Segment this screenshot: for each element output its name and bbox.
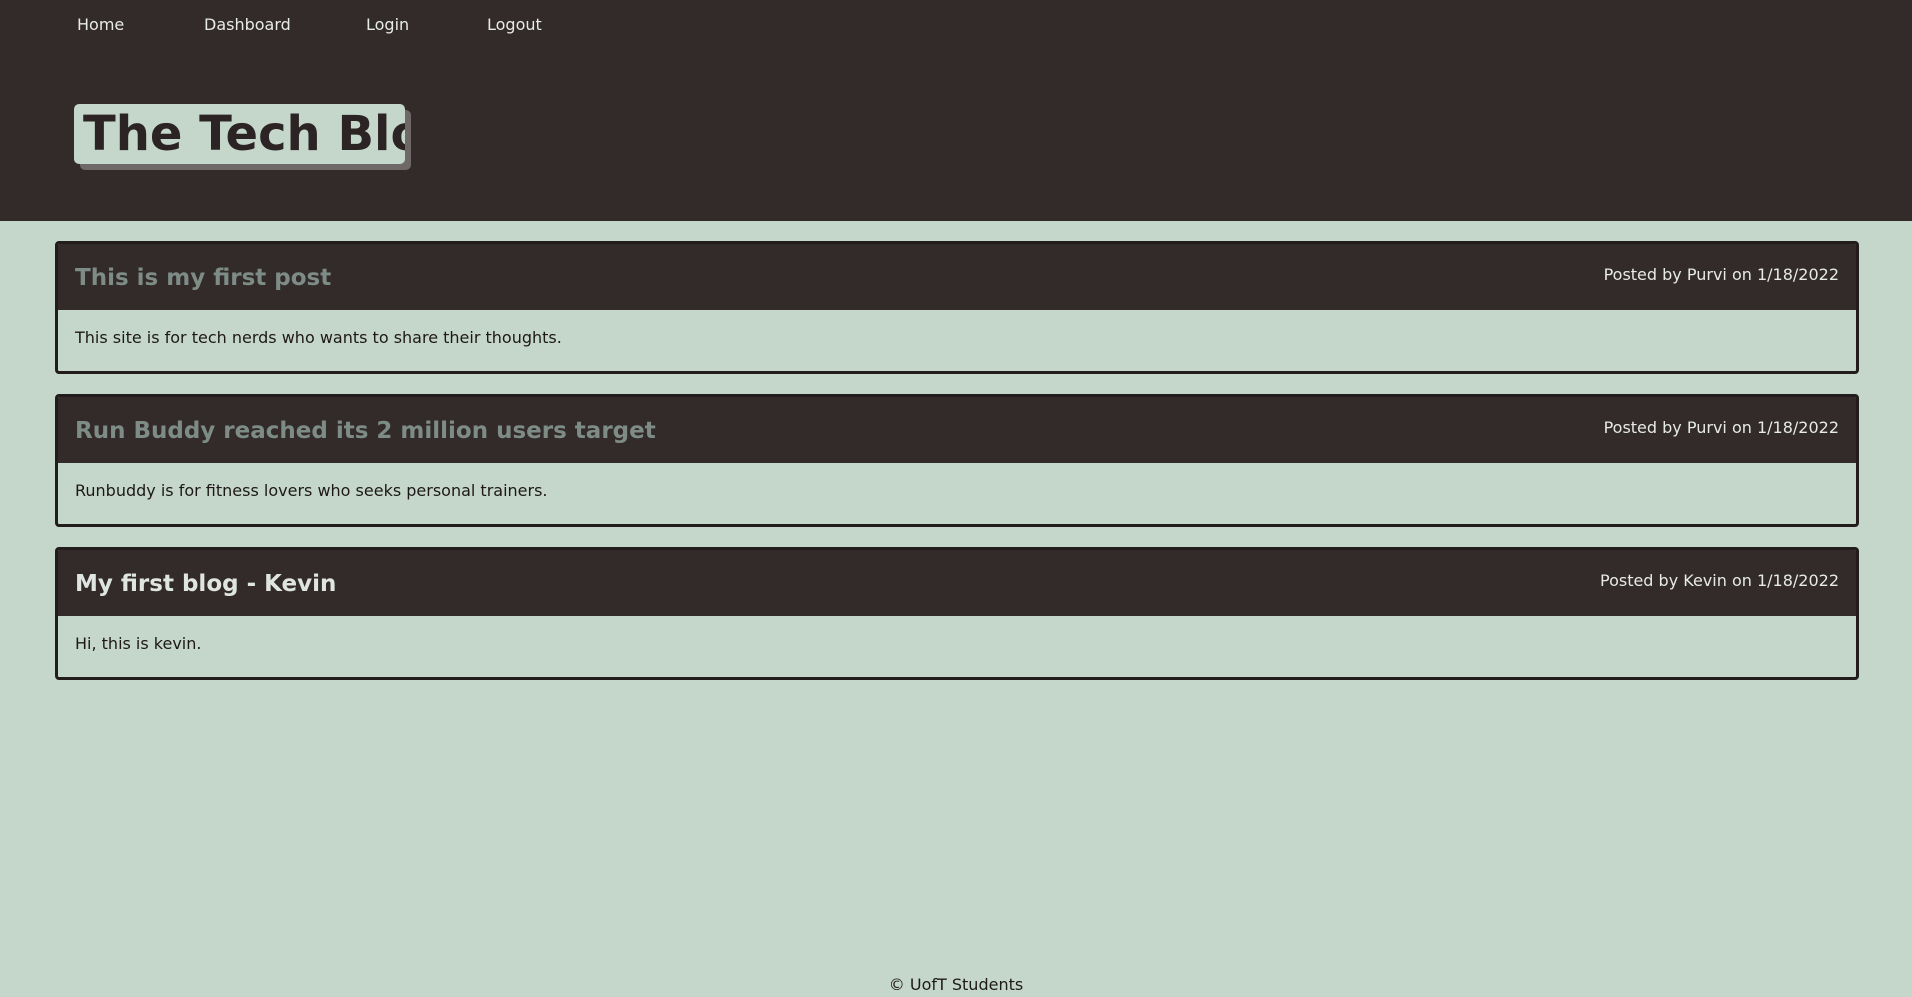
post-list: This is my first post Posted by Purvi on…	[55, 241, 1859, 700]
post-meta: Posted by Kevin on 1/18/2022	[1599, 571, 1839, 590]
post-card: This is my first post Posted by Purvi on…	[55, 241, 1859, 374]
post-meta: Posted by Purvi on 1/18/2022	[1603, 265, 1839, 284]
post-title-link[interactable]: This is my first post	[75, 264, 331, 292]
nav-link-dashboard[interactable]: Dashboard	[204, 14, 291, 36]
post-body: Runbuddy is for fitness lovers who seeks…	[75, 481, 548, 500]
post-card: Run Buddy reached its 2 million users ta…	[55, 394, 1859, 527]
post-meta: Posted by Purvi on 1/18/2022	[1603, 418, 1839, 437]
site-footer: © UofT Students	[888, 975, 1024, 994]
post-title-link[interactable]: Run Buddy reached its 2 million users ta…	[75, 417, 656, 445]
post-header: My first blog - Kevin Posted by Kevin on…	[58, 550, 1856, 616]
site-title[interactable]: The Tech Blog	[74, 104, 405, 164]
nav-link-logout[interactable]: Logout	[487, 14, 542, 36]
site-header: Home Dashboard Login Logout The Tech Blo…	[0, 0, 1912, 221]
nav-link-login[interactable]: Login	[366, 14, 409, 36]
post-body: Hi, this is kevin.	[75, 634, 202, 653]
post-title-link[interactable]: My first blog - Kevin	[75, 570, 336, 598]
post-body: This site is for tech nerds who wants to…	[75, 328, 562, 347]
site-title-wrapper: The Tech Blog	[74, 104, 411, 170]
post-header: Run Buddy reached its 2 million users ta…	[58, 397, 1856, 463]
post-card: My first blog - Kevin Posted by Kevin on…	[55, 547, 1859, 680]
nav-link-home[interactable]: Home	[77, 14, 124, 36]
post-header: This is my first post Posted by Purvi on…	[58, 244, 1856, 310]
